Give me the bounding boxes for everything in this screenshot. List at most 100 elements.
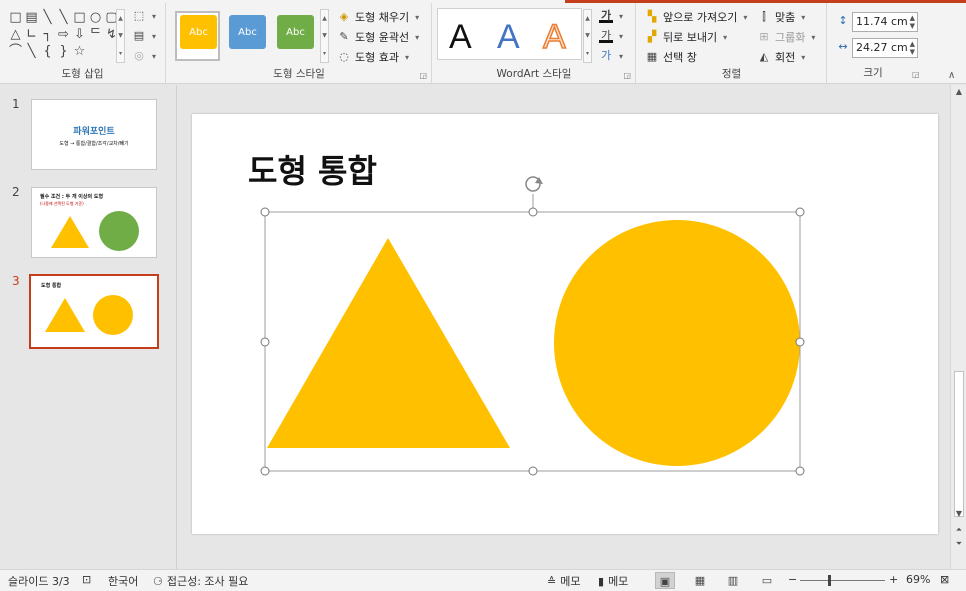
slide-editing-canvas: 도형 통합 [178, 85, 950, 569]
text-fill-icon: 가 [599, 9, 613, 23]
zoom-out-button[interactable]: − [788, 573, 797, 586]
shape-gallery-item-icon[interactable]: ▤ [24, 9, 39, 26]
slide-sorter-icon[interactable]: ▦ [690, 572, 710, 589]
resize-handle-top-left[interactable] [260, 207, 270, 217]
shape-gallery-scroll[interactable]: ▲ ▼ ▾ [116, 9, 125, 63]
align-button[interactable]: ⫿ 맞춤 ▾ [757, 9, 805, 25]
previous-slide-icon[interactable]: ⏶ [951, 525, 966, 535]
shape-gallery-item-icon[interactable]: ⌒ [8, 43, 23, 60]
yellow-circle[interactable] [554, 220, 800, 466]
wordart-gallery-scroll[interactable]: ▲ ▼ ▾ [583, 9, 592, 63]
shape-fill-button[interactable]: ◈ 도형 채우기 ▾ [337, 9, 419, 25]
text-box-button[interactable]: ▤ ▾ [132, 29, 156, 43]
slide-thumbnail-3[interactable]: 도형 통합 [29, 274, 159, 349]
next-slide-icon[interactable]: ⏷ [951, 539, 966, 549]
comments-button[interactable]: ▮ 메모 [598, 573, 628, 589]
group-objects-button[interactable]: ⊞ 그룹화 ▾ [757, 29, 815, 45]
resize-handle-middle-right[interactable] [795, 337, 805, 347]
collapse-ribbon-icon[interactable]: ∧ [948, 70, 955, 81]
style-swatch-yellow[interactable]: Abc [180, 15, 217, 49]
spell-check-icon[interactable]: ⊡ [82, 573, 91, 586]
shape-effects-icon: ◌ [339, 50, 349, 63]
shape-gallery-item-icon[interactable]: ┐ [40, 26, 55, 43]
shape-gallery-item-icon[interactable]: ○ [88, 9, 103, 26]
zoom-level[interactable]: 69% [906, 573, 930, 586]
style-gallery-scroll[interactable]: ▲ ▼ ▾ [320, 9, 329, 63]
selection-pane-button[interactable]: ▦ 선택 창 [645, 49, 697, 65]
group-shape-styles: Abc Abc Abc ▲ ▼ ▾ ◈ 도형 채우기 ▾ ✎ 도형 윤곽선 ▾ ◌ … [167, 3, 432, 84]
merge-shapes-button[interactable]: ◎ ▾ [132, 49, 156, 63]
size-launcher-icon[interactable]: ◲ [912, 70, 920, 79]
rotate-icon: ◭ [759, 50, 769, 63]
send-backward-icon: ▞ [647, 30, 657, 43]
slide[interactable]: 도형 통합 [192, 114, 938, 534]
scroll-down-icon[interactable]: ▼ [951, 509, 966, 518]
shape-gallery-item-icon[interactable]: ☆ [72, 43, 87, 60]
slide-show-icon[interactable]: ▭ [757, 572, 777, 589]
text-effects-button[interactable]: 가 ▾ [599, 49, 623, 63]
accessibility-status[interactable]: ⚆ 접근성: 조사 필요 [153, 573, 248, 589]
shape-gallery-item-icon[interactable]: ╲ [56, 9, 71, 26]
shape-width-field[interactable]: 24.27 cm ▲ ▼ [852, 38, 918, 58]
ribbon: □ ▤ ╲ ╲ □ ○ ▢ △ ∟ ┐ ⇨ ⇩ ᄃ ↯ ⌒ ╲{} ☆ ▲ ▼ ▾ ⬚ ▾ ▤ ▾ ◎ ▾ 도형 삽입 A… [0, 0, 966, 84]
shape-gallery-item-icon[interactable]: ⇩ [72, 26, 87, 43]
resize-handle-middle-left[interactable] [260, 337, 270, 347]
wordart-black-a[interactable]: A [449, 17, 472, 57]
resize-handle-top-center[interactable] [528, 207, 538, 217]
rotate-handle-icon[interactable] [525, 176, 543, 192]
shape-gallery[interactable]: □ ▤ ╲ ╲ □ ○ ▢ △ ∟ ┐ ⇨ ⇩ ᄃ ↯ ⌒ ╲{} ☆ [8, 9, 124, 63]
thumbnail-number: 3 [12, 274, 20, 288]
shape-height-field[interactable]: 11.74 cm ▲ ▼ [852, 12, 918, 32]
bring-forward-icon: ▚ [647, 10, 657, 23]
vertical-scrollbar[interactable]: ▲ ▼ ⏶ ⏷ [950, 85, 966, 569]
shape-effects-button[interactable]: ◌ 도형 효과 ▾ [337, 49, 409, 65]
resize-handle-bottom-right[interactable] [795, 466, 805, 476]
yellow-triangle[interactable] [267, 238, 510, 448]
shape-gallery-item-icon[interactable]: ᄃ [88, 26, 103, 43]
bring-forward-button[interactable]: ▚ 앞으로 가져오기 ▾ [645, 9, 748, 25]
bring-forward-label: 앞으로 가져오기 [663, 11, 738, 24]
text-outline-icon: 가 [599, 29, 613, 43]
reading-view-icon[interactable]: ▥ [723, 572, 743, 589]
zoom-in-button[interactable]: + [889, 573, 898, 586]
shape-gallery-item-icon[interactable]: △ [8, 26, 23, 43]
notes-button[interactable]: ≙ 메모 [547, 573, 580, 589]
group-label-arrange: 정렬 [721, 68, 742, 80]
rotate-label: 회전 [775, 51, 796, 64]
resize-handle-bottom-left[interactable] [260, 466, 270, 476]
scroll-up-icon[interactable]: ▲ [951, 87, 966, 96]
shape-effects-label: 도형 효과 [355, 51, 399, 64]
style-swatch-blue[interactable]: Abc [229, 15, 266, 49]
style-swatch-green[interactable]: Abc [277, 15, 314, 49]
thumbnail-number: 2 [12, 185, 20, 199]
send-backward-button[interactable]: ▞ 뒤로 보내기 ▾ [645, 29, 727, 45]
shape-gallery-item-icon[interactable]: } [56, 43, 71, 60]
resize-handle-bottom-center[interactable] [528, 466, 538, 476]
thumbnail-3-triangle [45, 298, 85, 332]
shape-outline-button[interactable]: ✎ 도형 윤곽선 ▾ [337, 29, 419, 45]
edit-shape-button[interactable]: ⬚ ▾ [132, 9, 156, 23]
slide-thumbnail-2[interactable]: 필수 조건 : 두 개 이상의 도형 (나중에 선택된 도형 기준) [31, 187, 157, 258]
wordart-orange-a[interactable]: A [542, 17, 566, 57]
wordart-blue-a[interactable]: A [497, 17, 520, 57]
resize-handle-top-right[interactable] [795, 207, 805, 217]
shape-gallery-item-icon[interactable]: ⇨ [56, 26, 71, 43]
shape-fill-label: 도형 채우기 [355, 11, 410, 24]
shape-gallery-item-icon[interactable]: { [40, 43, 55, 60]
fit-to-window-icon[interactable]: ⊠ [940, 573, 949, 586]
zoom-slider[interactable] [800, 580, 885, 581]
text-fill-button[interactable]: 가 ▾ [599, 9, 623, 23]
language-indicator[interactable]: 한국어 [108, 573, 138, 589]
scrollbar-thumb[interactable] [954, 371, 964, 517]
shape-gallery-item-icon[interactable]: ∟ [24, 26, 39, 43]
shape-gallery-item-icon[interactable]: ╲ [40, 9, 55, 26]
shape-gallery-item-icon[interactable]: □ [72, 9, 87, 26]
comment-icon: ▮ [598, 574, 605, 588]
shape-gallery-item-icon[interactable]: □ [8, 9, 23, 26]
slide-thumbnail-1[interactable]: 파워포인트 도형 → 통합/결합/조각/교차/빼기 [31, 99, 157, 170]
normal-view-icon[interactable]: ▣ [655, 572, 675, 589]
shape-gallery-item-icon[interactable]: ╲ [24, 43, 39, 60]
rotate-button[interactable]: ◭ 회전 ▾ [757, 49, 806, 65]
text-outline-button[interactable]: 가 ▾ [599, 29, 623, 43]
zoom-slider-thumb[interactable] [828, 575, 831, 586]
